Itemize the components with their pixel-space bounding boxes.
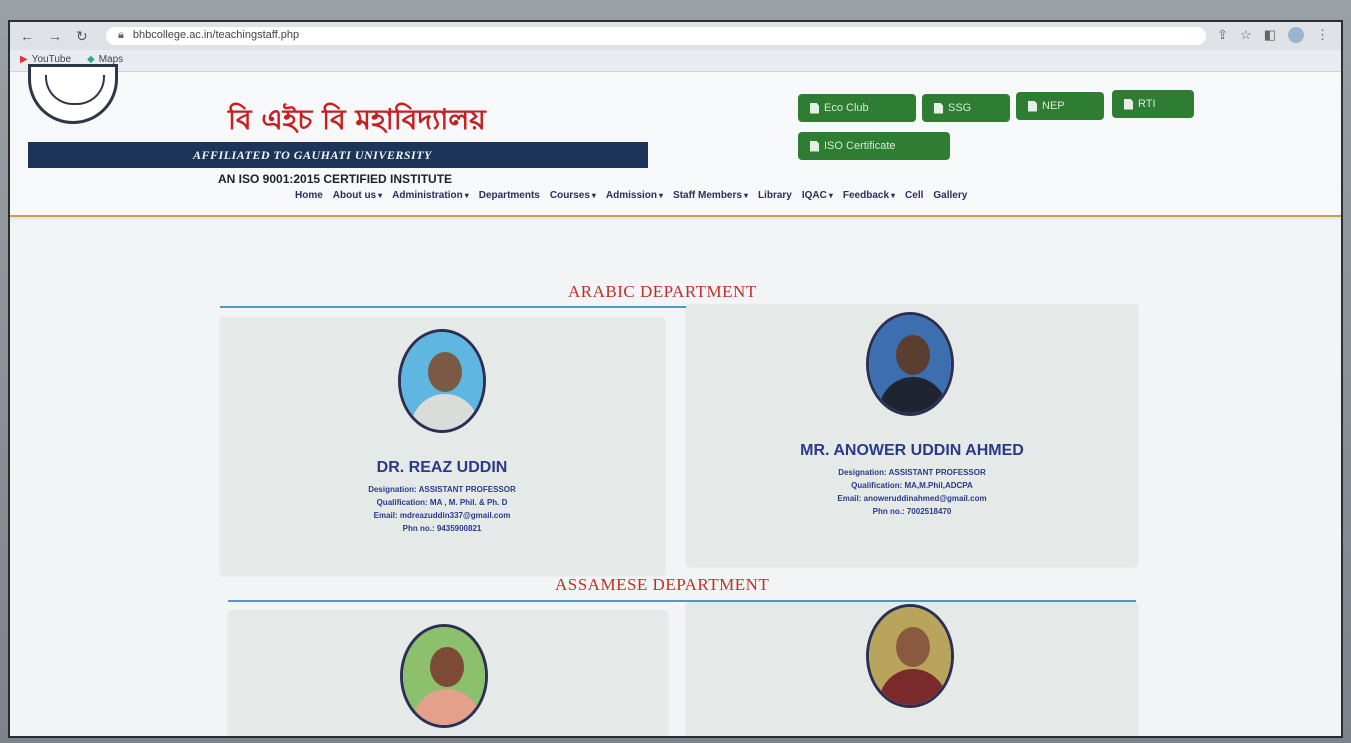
teacher-details: Designation: ASSISTANT PROFESSOR Qualifi…: [762, 466, 1062, 518]
teacher-email[interactable]: Email: anoweruddinahmed@gmail.com: [762, 492, 1062, 505]
teacher-designation: Designation: ASSISTANT PROFESSOR: [838, 468, 986, 477]
teacher-photo: [400, 624, 488, 728]
menu-about[interactable]: About us ▾: [333, 190, 382, 201]
caret-down-icon: ▾: [743, 191, 748, 200]
dept-title-assamese: ASSAMESE DEPARTMENT: [555, 575, 770, 594]
teacher-photo: [866, 312, 954, 416]
teacher-card: DR. REAZ UDDIN Designation: ASSISTANT PR…: [220, 317, 665, 575]
menu-feedback[interactable]: Feedback ▾: [843, 190, 895, 201]
bookmarks-bar: ▶ YouTube ◆ Maps: [10, 50, 1341, 72]
caret-down-icon: ▾: [659, 191, 664, 200]
reload-icon[interactable]: ↻: [76, 28, 88, 45]
browser-actions: ⇪ ☆ ◧ ⋮: [1217, 27, 1329, 43]
star-icon[interactable]: ☆: [1240, 27, 1252, 43]
menu-cell[interactable]: Cell: [905, 190, 923, 201]
teacher-designation: Designation: ASSISTANT PROFESSOR: [368, 485, 516, 494]
menu-administration[interactable]: Administration ▾: [392, 190, 469, 201]
menu-courses[interactable]: Courses ▾: [550, 190, 596, 201]
document-icon: [810, 140, 819, 152]
affiliation-banner: AFFILIATED TO GAUHATI UNIVERSITY: [28, 142, 648, 168]
teacher-name: MR. ANOWER UDDIN AHMED: [800, 442, 1024, 459]
forward-icon[interactable]: →: [48, 28, 62, 45]
address-bar[interactable]: 🔒︎ bhbcollege.ac.in/teachingstaff.php: [106, 27, 1206, 45]
menu-staff[interactable]: Staff Members ▾: [673, 190, 748, 201]
lock-icon: 🔒︎: [118, 29, 124, 41]
document-icon: [934, 102, 943, 114]
teacher-phone: Phn no.: 7002518470: [872, 507, 952, 516]
extensions-icon[interactable]: ◧: [1264, 27, 1276, 43]
teacher-name: DR. REAZ UDDIN: [376, 459, 508, 476]
teacher-photo: [398, 329, 486, 433]
menu-iqac[interactable]: IQAC ▾: [802, 190, 833, 201]
iso-certificate-button[interactable]: ISO Certificate: [798, 132, 950, 160]
url-text: bhbcollege.ac.in/teachingstaff.php: [132, 29, 300, 41]
youtube-icon: ▶: [20, 54, 28, 65]
share-icon[interactable]: ⇪: [1217, 27, 1228, 43]
caret-down-icon: ▾: [891, 191, 896, 200]
teacher-details: Designation: ASSISTANT PROFESSOR Qualifi…: [292, 483, 592, 535]
caret-down-icon: ▾: [828, 191, 833, 200]
teacher-photo: [866, 604, 954, 708]
menu-library[interactable]: Library: [758, 190, 792, 201]
dept-title-arabic: ARABIC DEPARTMENT: [568, 282, 757, 301]
menu-departments[interactable]: Departments: [479, 190, 540, 201]
iso-certification: AN ISO 9001:2015 CERTIFIED INSTITUTE: [218, 172, 453, 186]
nep-button[interactable]: NEP: [1016, 92, 1104, 120]
teacher-email[interactable]: Email: mdreazuddin337@gmail.com: [292, 509, 592, 522]
teacher-qualification: Qualification: MA,M.Phil,ADCPA: [851, 481, 973, 490]
menu-icon[interactable]: ⋮: [1316, 27, 1329, 43]
site-header: বি এইচ বি মহাবিদ্যালয় AFFILIATED TO GAU…: [10, 64, 1341, 217]
caret-down-icon: ▾: [378, 191, 383, 200]
monitor-frame: ← → ↻ 🔒︎ bhbcollege.ac.in/teachingstaff.…: [0, 0, 1351, 743]
eco-club-button[interactable]: Eco Club: [798, 94, 916, 122]
browser-toolbar: ← → ↻ 🔒︎ bhbcollege.ac.in/teachingstaff.…: [10, 22, 1341, 50]
main-menu: Home About us ▾ Administration ▾ Departmen…: [295, 190, 967, 201]
ssg-button[interactable]: SSG: [922, 94, 1010, 122]
teacher-card: MR. ANOWER UDDIN AHMED Designation: ASSI…: [686, 304, 1138, 566]
document-icon: [1028, 100, 1037, 112]
college-name: বি এইচ বি মহাবিদ্যালয়: [228, 103, 486, 136]
back-icon[interactable]: ←: [20, 28, 34, 45]
rti-button[interactable]: RTI: [1112, 90, 1194, 118]
document-icon: [1124, 98, 1133, 110]
document-icon: [810, 102, 819, 114]
browser-window: ← → ↻ 🔒︎ bhbcollege.ac.in/teachingstaff.…: [8, 20, 1343, 738]
teacher-card: [228, 610, 668, 736]
teacher-phone: Phn no.: 9435900821: [402, 524, 482, 533]
college-logo[interactable]: [28, 64, 118, 124]
profile-icon[interactable]: [1288, 27, 1304, 43]
menu-admission[interactable]: Admission ▾: [606, 190, 663, 201]
menu-home[interactable]: Home: [295, 190, 323, 201]
teacher-card: [686, 602, 1138, 736]
menu-gallery[interactable]: Gallery: [933, 190, 967, 201]
web-page: বি এইচ বি মহাবিদ্যালয় AFFILIATED TO GAU…: [10, 64, 1341, 736]
nav-buttons: ← → ↻: [20, 28, 88, 45]
caret-down-icon: ▾: [591, 191, 596, 200]
teacher-qualification: Qualification: MA , M. Phil. & Ph. D: [376, 498, 508, 507]
caret-down-icon: ▾: [464, 191, 469, 200]
